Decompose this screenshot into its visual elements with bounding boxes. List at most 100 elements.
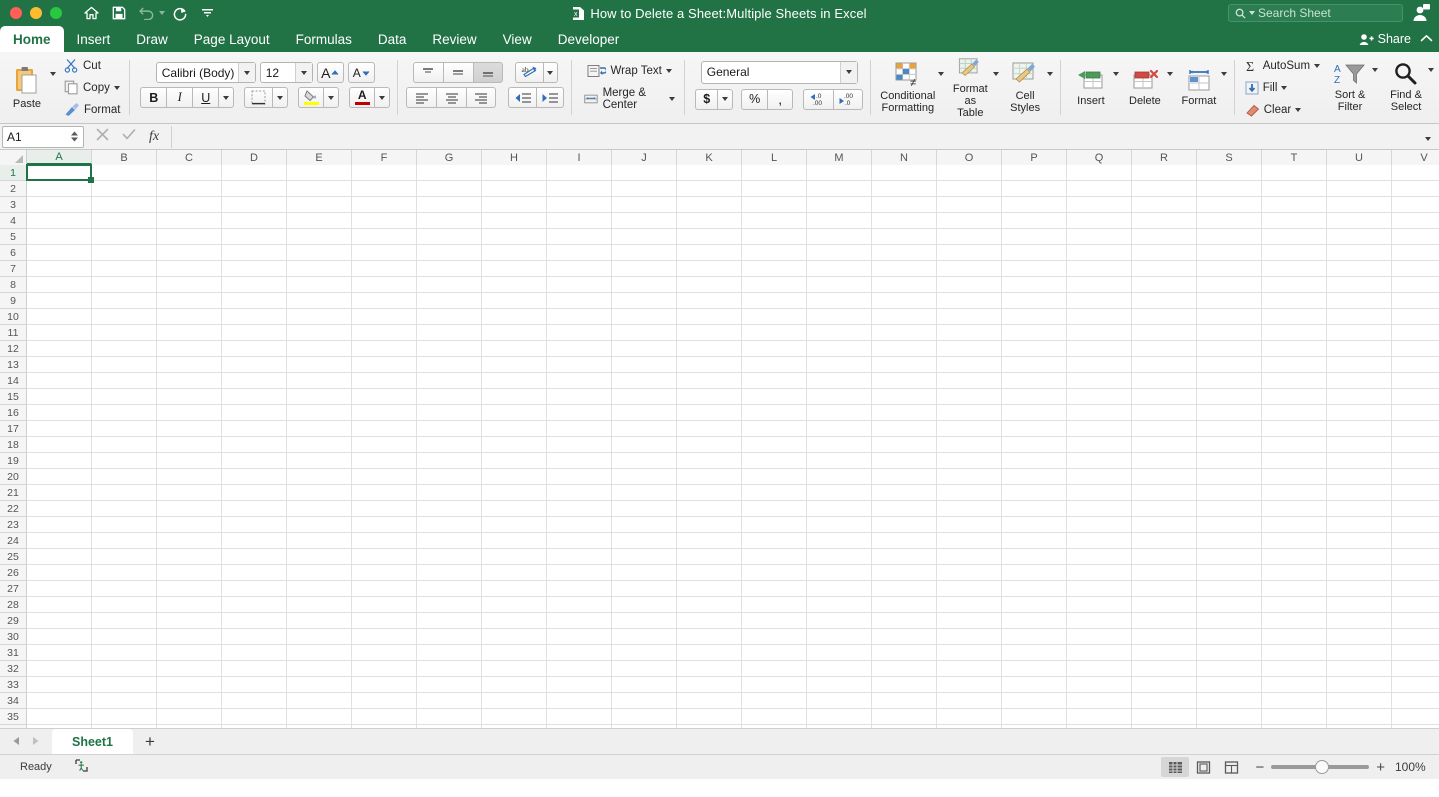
ribbon-tab-view[interactable]: View — [490, 26, 545, 52]
row-header-9[interactable]: 9 — [0, 293, 27, 309]
cell-D13[interactable] — [222, 357, 287, 373]
cell-J6[interactable] — [612, 245, 677, 261]
cell-C2[interactable] — [157, 181, 222, 197]
cell-S17[interactable] — [1197, 421, 1262, 437]
cell-S36[interactable] — [1197, 725, 1262, 728]
cell-O24[interactable] — [937, 533, 1002, 549]
cell-A27[interactable] — [27, 581, 92, 597]
cell-O18[interactable] — [937, 437, 1002, 453]
cell-Q22[interactable] — [1067, 501, 1132, 517]
cell-H32[interactable] — [482, 661, 547, 677]
cell-A1[interactable] — [27, 165, 92, 181]
cell-A19[interactable] — [27, 453, 92, 469]
cell-Q7[interactable] — [1067, 261, 1132, 277]
cell-K31[interactable] — [677, 645, 742, 661]
select-all-corner[interactable] — [0, 150, 27, 165]
cell-M6[interactable] — [807, 245, 872, 261]
cell-B2[interactable] — [92, 181, 157, 197]
cell-M1[interactable] — [807, 165, 872, 181]
cell-G18[interactable] — [417, 437, 482, 453]
row-header-25[interactable]: 25 — [0, 549, 27, 565]
cell-T33[interactable] — [1262, 677, 1327, 693]
cell-R28[interactable] — [1132, 597, 1197, 613]
cell-Q4[interactable] — [1067, 213, 1132, 229]
cell-F36[interactable] — [352, 725, 417, 728]
cell-T32[interactable] — [1262, 661, 1327, 677]
cell-F24[interactable] — [352, 533, 417, 549]
cell-D3[interactable] — [222, 197, 287, 213]
column-header-r[interactable]: R — [1132, 150, 1197, 165]
cell-L24[interactable] — [742, 533, 807, 549]
cell-G21[interactable] — [417, 485, 482, 501]
cell-A8[interactable] — [27, 277, 92, 293]
cell-N2[interactable] — [872, 181, 937, 197]
cell-V7[interactable] — [1392, 261, 1439, 277]
cell-M4[interactable] — [807, 213, 872, 229]
cell-Q8[interactable] — [1067, 277, 1132, 293]
cell-H6[interactable] — [482, 245, 547, 261]
cell-T34[interactable] — [1262, 693, 1327, 709]
cell-I32[interactable] — [547, 661, 612, 677]
cell-F5[interactable] — [352, 229, 417, 245]
cell-V12[interactable] — [1392, 341, 1439, 357]
cell-I27[interactable] — [547, 581, 612, 597]
cell-D1[interactable] — [222, 165, 287, 181]
cell-N30[interactable] — [872, 629, 937, 645]
cell-L29[interactable] — [742, 613, 807, 629]
cell-B33[interactable] — [92, 677, 157, 693]
cell-D32[interactable] — [222, 661, 287, 677]
cell-B9[interactable] — [92, 293, 157, 309]
cell-V18[interactable] — [1392, 437, 1439, 453]
cell-T11[interactable] — [1262, 325, 1327, 341]
cell-C6[interactable] — [157, 245, 222, 261]
cell-P21[interactable] — [1002, 485, 1067, 501]
cell-U18[interactable] — [1327, 437, 1392, 453]
cell-U19[interactable] — [1327, 453, 1392, 469]
cell-R23[interactable] — [1132, 517, 1197, 533]
cell-R22[interactable] — [1132, 501, 1197, 517]
cell-J10[interactable] — [612, 309, 677, 325]
cell-H23[interactable] — [482, 517, 547, 533]
cell-O10[interactable] — [937, 309, 1002, 325]
cell-L14[interactable] — [742, 373, 807, 389]
cell-R26[interactable] — [1132, 565, 1197, 581]
cell-N27[interactable] — [872, 581, 937, 597]
cell-I33[interactable] — [547, 677, 612, 693]
cell-R36[interactable] — [1132, 725, 1197, 728]
sheet-tab-sheet1[interactable]: Sheet1 — [52, 729, 133, 754]
cell-J7[interactable] — [612, 261, 677, 277]
cell-G14[interactable] — [417, 373, 482, 389]
cell-D10[interactable] — [222, 309, 287, 325]
cell-H33[interactable] — [482, 677, 547, 693]
cell-P29[interactable] — [1002, 613, 1067, 629]
cell-S20[interactable] — [1197, 469, 1262, 485]
cell-G23[interactable] — [417, 517, 482, 533]
cell-I31[interactable] — [547, 645, 612, 661]
cell-H21[interactable] — [482, 485, 547, 501]
cell-K20[interactable] — [677, 469, 742, 485]
cell-K8[interactable] — [677, 277, 742, 293]
cell-B28[interactable] — [92, 597, 157, 613]
cell-D31[interactable] — [222, 645, 287, 661]
cell-T13[interactable] — [1262, 357, 1327, 373]
cell-I29[interactable] — [547, 613, 612, 629]
cell-U23[interactable] — [1327, 517, 1392, 533]
cell-K23[interactable] — [677, 517, 742, 533]
cell-M3[interactable] — [807, 197, 872, 213]
cell-styles-dropdown-icon[interactable] — [1047, 72, 1054, 76]
row-header-28[interactable]: 28 — [0, 597, 27, 613]
cell-S29[interactable] — [1197, 613, 1262, 629]
cell-L18[interactable] — [742, 437, 807, 453]
cell-D29[interactable] — [222, 613, 287, 629]
cell-I3[interactable] — [547, 197, 612, 213]
zoom-out-button[interactable]: − — [1255, 759, 1264, 776]
window-controls[interactable] — [0, 7, 62, 19]
undo-icon[interactable] — [134, 2, 160, 24]
cell-F14[interactable] — [352, 373, 417, 389]
cell-J8[interactable] — [612, 277, 677, 293]
cell-Q20[interactable] — [1067, 469, 1132, 485]
cell-P26[interactable] — [1002, 565, 1067, 581]
cell-K32[interactable] — [677, 661, 742, 677]
cell-U24[interactable] — [1327, 533, 1392, 549]
paste-dropdown-icon[interactable] — [50, 72, 56, 76]
